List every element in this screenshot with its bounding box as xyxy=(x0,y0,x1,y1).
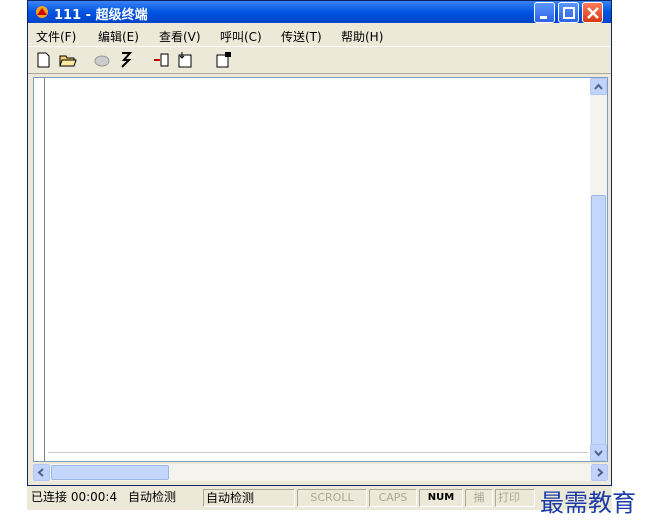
chevron-right-icon xyxy=(597,468,604,477)
print-echo-indicator: 打印 xyxy=(495,489,535,507)
title-bar[interactable]: 111 - 超级终端 xyxy=(28,1,611,23)
scroll-lock-indicator: SCROLL xyxy=(297,489,367,507)
minimize-button[interactable] xyxy=(534,2,555,23)
watermark-text: 最需教育 xyxy=(540,489,636,517)
properties-icon[interactable] xyxy=(214,51,234,69)
maximize-icon xyxy=(563,7,575,19)
menu-call[interactable]: 呼叫(C) xyxy=(220,28,262,45)
vertical-scrollbar[interactable] xyxy=(590,78,607,461)
scroll-up-button[interactable] xyxy=(590,78,607,95)
toolbar xyxy=(28,46,611,74)
port-settings-status: 自动检测 xyxy=(203,489,295,507)
menu-edit[interactable]: 编辑(E) xyxy=(98,28,139,45)
horizontal-scrollbar[interactable] xyxy=(33,464,608,481)
menu-file[interactable]: 文件(F) xyxy=(36,28,76,45)
hyperterminal-window: 111 - 超级终端 文件(F) 编辑(E) 查看(V) 呼叫(C) 传送(T)… xyxy=(27,0,612,486)
menu-transfer[interactable]: 传送(T) xyxy=(281,28,322,45)
status-bar: 已连接 00:00:4 自动检测 自动检测 SCROLL CAPS NUM 捕 … xyxy=(27,486,612,510)
disconnect-icon[interactable] xyxy=(116,51,136,69)
maximize-button[interactable] xyxy=(558,2,579,23)
scroll-right-button[interactable] xyxy=(591,464,608,481)
horizontal-scroll-thumb[interactable] xyxy=(51,465,169,480)
receive-icon[interactable] xyxy=(176,51,196,69)
open-icon[interactable] xyxy=(58,51,78,69)
connection-status: 已连接 00:00:4 xyxy=(31,490,118,504)
caps-lock-indicator: CAPS xyxy=(369,489,417,507)
vertical-scroll-thumb[interactable] xyxy=(591,195,606,445)
num-lock-indicator: NUM xyxy=(419,489,463,507)
menu-bar: 文件(F) 编辑(E) 查看(V) 呼叫(C) 传送(T) 帮助(H) xyxy=(28,24,611,46)
close-icon xyxy=(587,7,599,19)
minimize-icon xyxy=(540,16,547,19)
terminal-baseline xyxy=(48,452,588,453)
capture-indicator: 捕 xyxy=(465,489,493,507)
scroll-down-button[interactable] xyxy=(590,444,607,461)
scroll-left-button[interactable] xyxy=(33,464,50,481)
terminal-area[interactable] xyxy=(33,77,608,462)
new-icon[interactable] xyxy=(34,51,54,69)
menu-help[interactable]: 帮助(H) xyxy=(341,28,383,45)
terminal-margin xyxy=(34,78,45,461)
send-icon[interactable] xyxy=(152,51,172,69)
menu-view[interactable]: 查看(V) xyxy=(159,28,201,45)
close-button[interactable] xyxy=(582,2,603,23)
emulation-status: 自动检测 xyxy=(128,490,177,504)
call-icon[interactable] xyxy=(92,51,112,69)
window-title: 111 - 超级终端 xyxy=(54,8,148,23)
chevron-down-icon xyxy=(594,450,603,457)
hyperterminal-app-icon[interactable] xyxy=(34,4,50,20)
chevron-left-icon xyxy=(37,468,44,477)
chevron-up-icon xyxy=(594,83,603,90)
